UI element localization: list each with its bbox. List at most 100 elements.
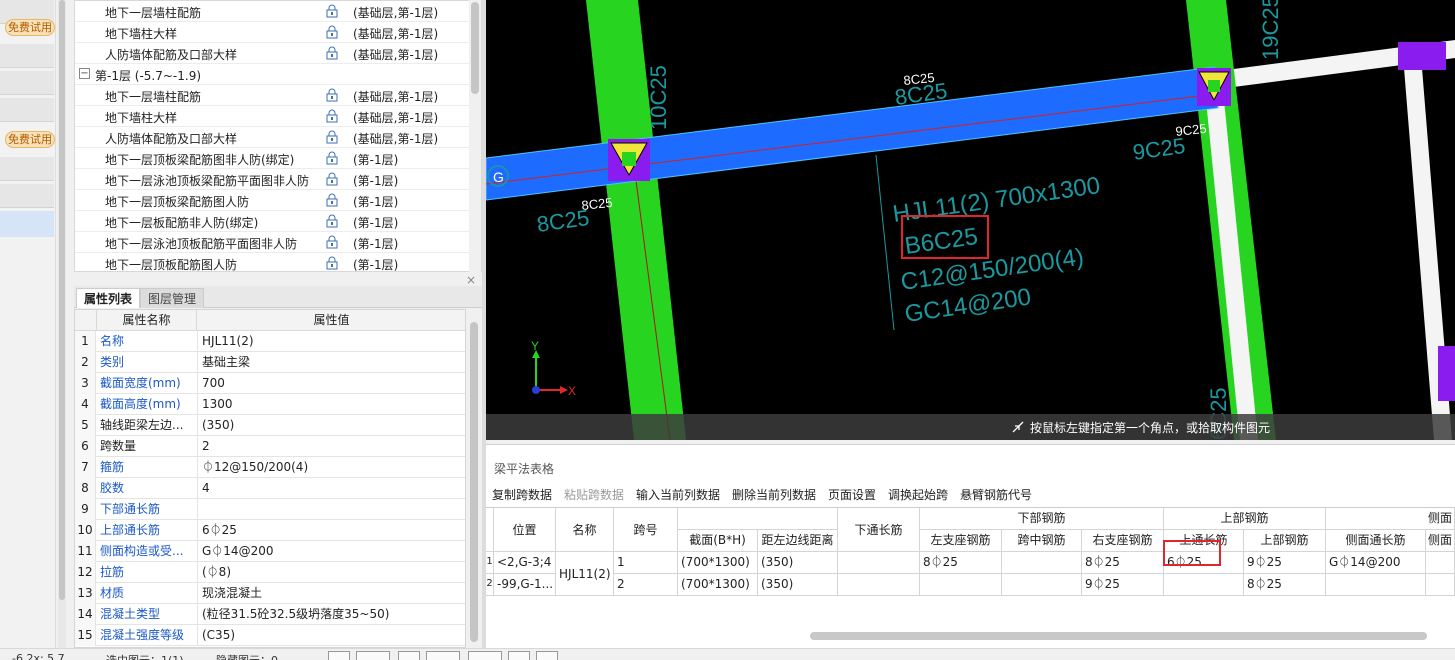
tree-scroll-thumb[interactable] <box>471 2 479 94</box>
paste-span-button[interactable]: 粘贴跨数据 <box>564 486 624 503</box>
horizontal-scroll-thumb[interactable] <box>810 632 1427 640</box>
lock-icon[interactable] <box>325 88 339 102</box>
col-header-section[interactable]: 截面(B*H) <box>678 530 758 552</box>
cell-side-through[interactable]: G⏀14@200 <box>1326 552 1426 574</box>
strip-tab[interactable] <box>0 157 54 181</box>
cell-mid-span[interactable] <box>1002 574 1082 596</box>
property-value[interactable]: 6⏀25 <box>197 520 465 541</box>
property-row[interactable]: 15 混凝土强度等级 (C35) <box>75 625 465 646</box>
row-index[interactable]: 1 <box>486 552 494 574</box>
col-header-right-support[interactable]: 右支座钢筋 <box>1082 530 1164 552</box>
snap-button[interactable] <box>328 651 350 660</box>
input-column-button[interactable]: 输入当前列数据 <box>636 486 720 503</box>
property-row[interactable]: 6 跨数量 2 <box>75 436 465 457</box>
lock-icon[interactable] <box>325 172 339 186</box>
property-row[interactable]: 10 上部通长筋 6⏀25 <box>75 520 465 541</box>
tree-item[interactable]: 地下一层顶板梁配筋图人防 (第-1层) <box>75 190 475 211</box>
lock-icon[interactable] <box>325 193 339 207</box>
cell-upper-bar[interactable]: 9⏀25 <box>1244 552 1326 574</box>
tree-item[interactable]: 人防墙体配筋及口部大样 (基础层,第-1层) <box>75 43 475 64</box>
plus-button[interactable] <box>468 651 502 660</box>
col-header-span[interactable]: 跨号 <box>614 508 678 552</box>
select-mode-button[interactable] <box>356 651 390 660</box>
property-row[interactable]: 14 混凝土类型 (粒径31.5砼32.5级坍落度35~50) <box>75 604 465 625</box>
property-row[interactable]: 4 截面高度(mm) 1300 <box>75 394 465 415</box>
cell-position[interactable]: <2,G-3;4 <box>494 552 556 574</box>
tree-item[interactable]: 地下一层顶板梁配筋图非人防(绑定) (第-1层) <box>75 148 475 169</box>
strip-tab[interactable] <box>0 184 54 208</box>
tree-item[interactable]: 地下一层泳池顶板梁配筋平面图非人防 (第-1层) <box>75 169 475 190</box>
col-header-side-sub[interactable]: 侧面 <box>1426 530 1455 552</box>
cell-side-sub[interactable] <box>1426 552 1455 574</box>
arc-button[interactable] <box>536 651 558 660</box>
property-value[interactable]: (粒径31.5砼32.5级坍落度35~50) <box>197 604 465 625</box>
tree-item[interactable]: 地下一层泳池顶板配筋平面图非人防 (第-1层) <box>75 232 475 253</box>
property-row[interactable]: 2 类别 基础主梁 <box>75 352 465 373</box>
swap-start-span-button[interactable]: 调换起始跨 <box>888 486 948 503</box>
tree-item[interactable]: 地下墙柱大样 (基础层,第-1层) <box>75 106 475 127</box>
property-row[interactable]: 9 下部通长筋 <box>75 499 465 520</box>
col-header-upper-bar[interactable]: 上部钢筋 <box>1244 530 1326 552</box>
property-value[interactable]: (350) <box>197 415 465 436</box>
lock-icon[interactable] <box>325 25 339 39</box>
cell-span[interactable]: 2 <box>614 574 678 596</box>
cell-right-support[interactable]: 9⏀25 <box>1082 574 1164 596</box>
col-header-left-support[interactable]: 左支座钢筋 <box>920 530 1002 552</box>
cell-left-support[interactable] <box>920 574 1002 596</box>
property-row[interactable]: 11 侧面构造或受... G⏀14@200 <box>75 541 465 562</box>
property-row[interactable]: 8 胶数 4 <box>75 478 465 499</box>
col-header-mid-span[interactable]: 跨中钢筋 <box>1002 530 1082 552</box>
strip-tab-selected[interactable] <box>0 211 54 237</box>
col-header-side-through[interactable]: 侧面通长筋 <box>1326 530 1426 552</box>
cell-upper-bar[interactable]: 8⏀25 <box>1244 574 1326 596</box>
cell-left-support[interactable]: 8⏀25 <box>920 552 1002 574</box>
tree-item[interactable]: 地下一层墙柱配筋 (基础层,第-1层) <box>75 1 475 22</box>
tree-item[interactable]: 人防墙体配筋及口部大样 (基础层,第-1层) <box>75 127 475 148</box>
cad-drawing[interactable]: G 10C25 8C25 8C25 8C25 8C25 9C25 9C25 19… <box>486 0 1455 440</box>
cell-section[interactable]: (700*1300) <box>678 574 758 596</box>
copy-span-button[interactable]: 复制跨数据 <box>492 486 552 503</box>
close-icon[interactable]: × <box>466 274 480 286</box>
cell-position[interactable]: -99,G-1... <box>494 574 556 596</box>
property-row[interactable]: 5 轴线距梁左边... (350) <box>75 415 465 436</box>
col-header-dist[interactable]: 距左边线距离 <box>758 530 838 552</box>
lock-icon[interactable] <box>325 4 339 18</box>
cantilever-code-button[interactable]: 悬臂钢筋代号 <box>960 486 1032 503</box>
collapse-toggle[interactable]: − <box>79 68 90 79</box>
page-setup-button[interactable]: 页面设置 <box>828 486 876 503</box>
tree-item[interactable]: 地下一层墙柱配筋 (基础层,第-1层) <box>75 85 475 106</box>
lock-icon[interactable] <box>325 130 339 144</box>
tree-item[interactable]: 地下一层顶板配筋图人防 (第-1层) <box>75 253 475 271</box>
property-value[interactable] <box>197 499 465 520</box>
property-value[interactable]: 4 <box>197 478 465 499</box>
property-value[interactable]: ⏀12@150/200(4) <box>197 457 465 478</box>
tab-layer-manager[interactable]: 图层管理 <box>140 288 205 308</box>
lock-icon[interactable] <box>325 109 339 123</box>
property-value[interactable]: 2 <box>197 436 465 457</box>
property-row[interactable]: 1 名称 HJL11(2) <box>75 331 465 352</box>
property-row[interactable]: 7 箍筋 ⏀12@150/200(4) <box>75 457 465 478</box>
cell-name[interactable]: HJL11(2) <box>556 552 614 596</box>
drawing-canvas[interactable]: G 10C25 8C25 8C25 8C25 8C25 9C25 9C25 19… <box>486 0 1455 440</box>
cell-top-through[interactable] <box>1164 574 1244 596</box>
tree-item[interactable]: 地下一层板配筋非人防(绑定) (第-1层) <box>75 211 475 232</box>
cell-dist[interactable]: (350) <box>758 552 838 574</box>
cross-button[interactable] <box>398 651 420 660</box>
col-header-name[interactable]: 名称 <box>556 508 614 552</box>
property-value[interactable]: HJL11(2) <box>197 331 465 352</box>
lock-icon[interactable] <box>325 214 339 228</box>
free-trial-badge[interactable]: 免费试用 <box>5 131 55 148</box>
strip-scroll-thumb[interactable] <box>59 0 65 600</box>
angle-button[interactable] <box>426 651 460 660</box>
tree-group[interactable]: − 第-1层 (-5.7~-1.9) <box>75 64 475 85</box>
cell-dist[interactable]: (350) <box>758 574 838 596</box>
cell-side-sub[interactable] <box>1426 574 1455 596</box>
lock-icon[interactable] <box>325 235 339 249</box>
lock-icon[interactable] <box>325 256 339 270</box>
cell-span[interactable]: 1 <box>614 552 678 574</box>
cell-mid-span[interactable] <box>1002 552 1082 574</box>
property-value[interactable]: 基础主梁 <box>197 352 465 373</box>
property-value[interactable]: (⏀8) <box>197 562 465 583</box>
property-value[interactable]: G⏀14@200 <box>197 541 465 562</box>
property-value[interactable]: (C35) <box>197 625 465 646</box>
